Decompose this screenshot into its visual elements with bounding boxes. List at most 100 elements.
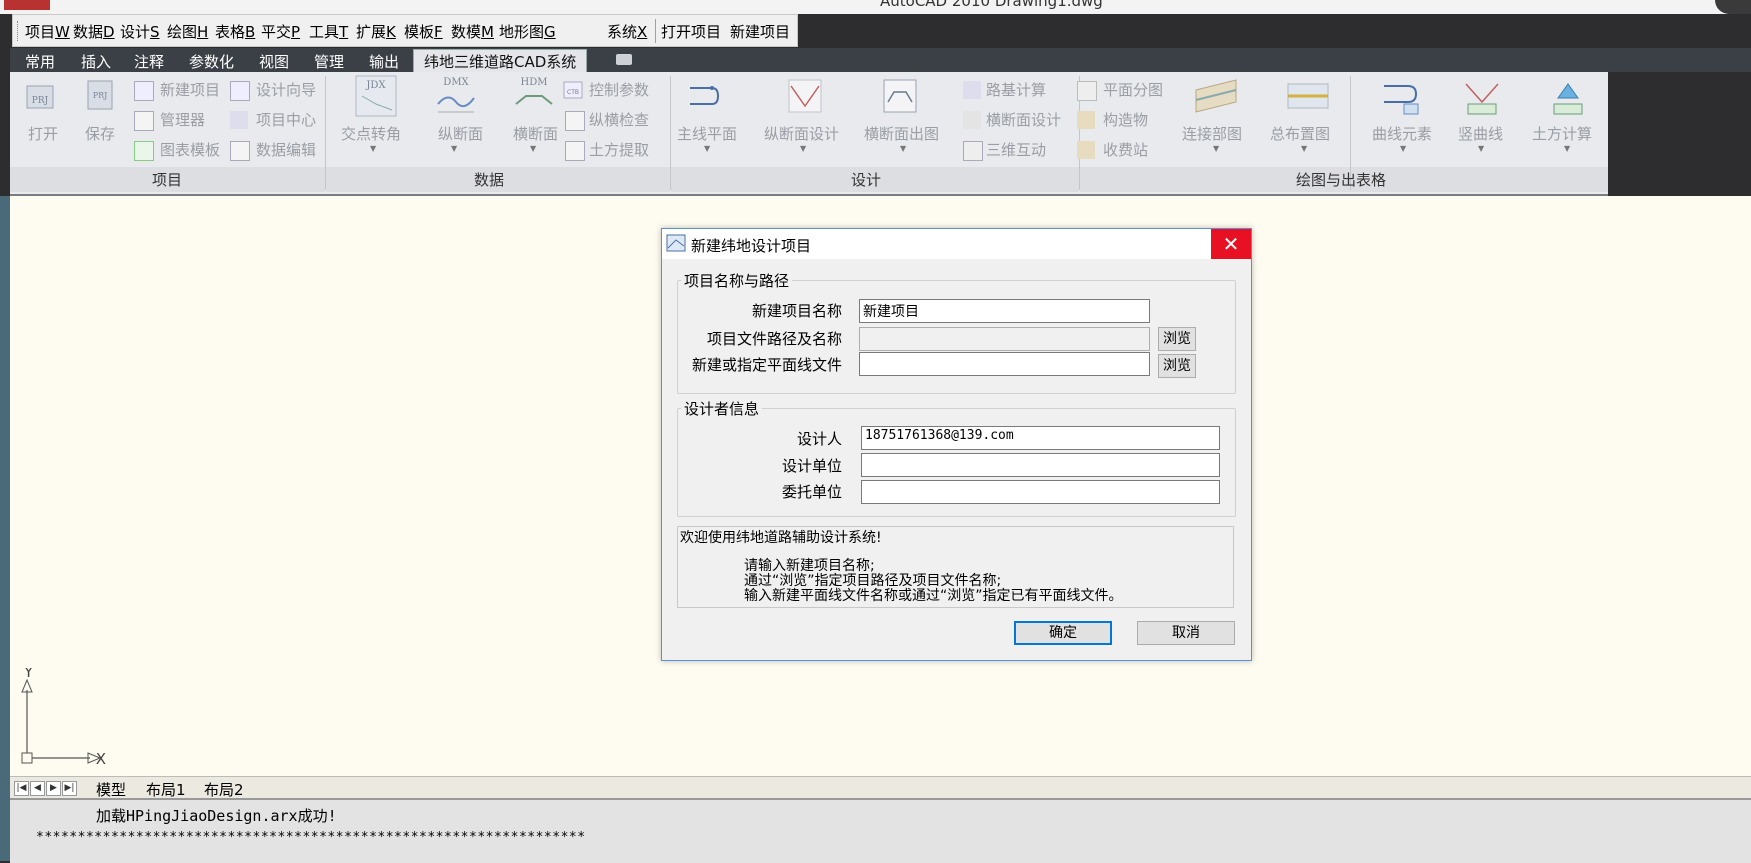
toll-station-item[interactable]: 收费站 <box>1103 139 1148 160</box>
structure-item[interactable]: 构造物 <box>1103 109 1148 130</box>
data-edit-icon <box>230 141 250 161</box>
cross-output-dropdown-icon[interactable]: ▼ <box>900 144 906 153</box>
dialog-titlebar[interactable]: 新建纬地设计项目 ✕ <box>662 229 1251 259</box>
design-unit-input[interactable] <box>861 453 1220 477</box>
svg-text:X: X <box>96 750 106 768</box>
main-plane-dropdown-icon[interactable]: ▼ <box>704 144 710 153</box>
earth-extract-item[interactable]: 土方提取 <box>589 139 649 160</box>
tab-parametric[interactable]: 参数化 <box>189 51 234 72</box>
tab-layout1[interactable]: 布局1 <box>146 779 186 800</box>
cross-output-icon[interactable] <box>882 78 918 114</box>
save-icon[interactable]: PRJ <box>82 78 118 114</box>
menu-dtm[interactable]: 数模M <box>451 21 494 42</box>
connect-map-dropdown-icon[interactable]: ▼ <box>1213 144 1219 153</box>
plan-file-input[interactable] <box>859 352 1150 376</box>
profile-design-dropdown-icon[interactable]: ▼ <box>800 144 806 153</box>
vertical-curve-dropdown-icon[interactable]: ▼ <box>1478 144 1484 153</box>
group-divider <box>325 76 326 190</box>
cross-design-item[interactable]: 横断面设计 <box>986 109 1061 130</box>
menu-project[interactable]: 项目W <box>25 21 70 42</box>
menu-data[interactable]: 数据D <box>73 21 115 42</box>
menu-open-project[interactable]: 打开项目 <box>661 21 721 42</box>
window-title: AutoCAD 2010 Drawing1.dwg <box>880 0 1103 10</box>
tab-home[interactable]: 常用 <box>25 51 55 72</box>
client-unit-input[interactable] <box>861 480 1220 504</box>
menu-template[interactable]: 模板F <box>404 21 443 42</box>
design-wizard-item[interactable]: 设计向导 <box>256 79 316 100</box>
menu-table[interactable]: 表格B <box>215 21 255 42</box>
menu-new-project[interactable]: 新建项目 <box>730 21 790 42</box>
vertical-curve-icon[interactable] <box>1462 76 1502 116</box>
last-tab-icon[interactable]: ▶| <box>62 781 77 796</box>
hdm-icon[interactable]: HDM <box>512 74 556 118</box>
tab-insert[interactable]: 插入 <box>81 51 111 72</box>
layout-tabs-bar: |◀ ◀ ▶ ▶| 模型 布局1 布局2 <box>10 776 1751 799</box>
tab-view[interactable]: 视图 <box>259 51 289 72</box>
design-unit-label: 设计单位 <box>781 457 842 475</box>
command-line[interactable]: 加载HPingJiaoDesign.arx成功! ***************… <box>10 798 1751 863</box>
open-project-icon[interactable]: PRJ <box>24 78 60 114</box>
menu-extend[interactable]: 扩展K <box>356 21 396 42</box>
curve-elements-icon[interactable] <box>1380 76 1420 116</box>
plan-split-item[interactable]: 平面分图 <box>1103 79 1163 100</box>
menu-drawing[interactable]: 绘图H <box>167 21 208 42</box>
curve-elements-label: 曲线元素 <box>1372 125 1433 143</box>
layout-map-label: 总布置图 <box>1270 125 1331 143</box>
menu-tools[interactable]: 工具T <box>309 21 348 42</box>
subgrade-calc-item[interactable]: 路基计算 <box>986 79 1046 100</box>
menu-grip[interactable] <box>17 21 21 41</box>
ctrl-params-item[interactable]: 控制参数 <box>589 79 649 100</box>
data-edit-item[interactable]: 数据编辑 <box>256 139 316 160</box>
manager-item[interactable]: 管理器 <box>160 109 205 130</box>
earthwork-icon[interactable] <box>1548 76 1588 116</box>
jdx-label: 交点转角 <box>341 125 402 143</box>
designer-input[interactable]: 18751761368@139.com <box>861 426 1220 450</box>
menu-bar-empty <box>798 14 1751 47</box>
browse-plan-button[interactable]: 浏览 <box>1158 354 1196 378</box>
prev-tab-icon[interactable]: ◀ <box>30 781 45 796</box>
app-logo-icon[interactable] <box>4 0 50 10</box>
layout-map-icon[interactable] <box>1286 76 1330 116</box>
tab-model[interactable]: 模型 <box>96 779 126 800</box>
ribbon-minimize-icon[interactable] <box>616 54 632 65</box>
menu-design[interactable]: 设计S <box>120 21 160 42</box>
new-project-item[interactable]: 新建项目 <box>160 79 220 100</box>
browse-path-button[interactable]: 浏览 <box>1158 327 1196 351</box>
3d-interact-item[interactable]: 三维互动 <box>986 139 1046 160</box>
project-center-item[interactable]: 项目中心 <box>256 109 316 130</box>
command-history-line: 加载HPingJiaoDesign.arx成功! <box>96 807 337 825</box>
cancel-button[interactable]: 取消 <box>1137 621 1235 645</box>
main-plane-icon[interactable] <box>686 78 722 114</box>
earth-extract-icon <box>565 141 585 161</box>
tab-manage[interactable]: 管理 <box>314 51 344 72</box>
profile-design-icon[interactable] <box>787 78 823 114</box>
chart-template-item[interactable]: 图表模板 <box>160 139 220 160</box>
ribbon-panel: PRJ 打开 PRJ 保存 新建项目 管理器 图表模板 设计向导 项目中心 数据… <box>10 72 1608 196</box>
menu-system[interactable]: 系统X <box>607 21 647 42</box>
connect-map-icon[interactable] <box>1194 76 1238 116</box>
curve-elements-dropdown-icon[interactable]: ▼ <box>1400 144 1406 153</box>
layout-map-dropdown-icon[interactable]: ▼ <box>1301 144 1307 153</box>
hdm-dropdown-icon[interactable]: ▼ <box>530 144 536 153</box>
close-icon[interactable]: ✕ <box>1211 229 1251 259</box>
dmx-icon[interactable]: DMX <box>434 74 478 118</box>
dialog-app-icon <box>666 234 686 252</box>
menu-intersection[interactable]: 平交P <box>261 21 300 42</box>
project-path-input[interactable] <box>859 327 1150 351</box>
jdx-icon[interactable]: JDX <box>354 74 398 118</box>
tab-layout2[interactable]: 布局2 <box>204 779 244 800</box>
project-name-input[interactable]: 新建项目 <box>859 299 1150 323</box>
jdx-dropdown-icon[interactable]: ▼ <box>370 144 376 153</box>
first-tab-icon[interactable]: |◀ <box>14 781 29 796</box>
tab-output[interactable]: 输出 <box>369 51 399 72</box>
dmx-dropdown-icon[interactable]: ▼ <box>451 144 457 153</box>
new-project-dialog: 新建纬地设计项目 ✕ 项目名称与路径 新建项目名称 新建项目 项目文件路径及名称… <box>661 228 1252 661</box>
check-item[interactable]: 纵横检查 <box>589 109 649 130</box>
tab-annotate[interactable]: 注释 <box>134 51 164 72</box>
next-tab-icon[interactable]: ▶ <box>46 781 61 796</box>
menu-topo[interactable]: 地形图G <box>499 21 556 42</box>
earthwork-dropdown-icon[interactable]: ▼ <box>1564 144 1570 153</box>
ok-button[interactable]: 确定 <box>1014 621 1112 645</box>
design-wizard-icon <box>230 81 250 101</box>
tab-weidi[interactable]: 纬地三维道路CAD系统 <box>413 49 588 73</box>
